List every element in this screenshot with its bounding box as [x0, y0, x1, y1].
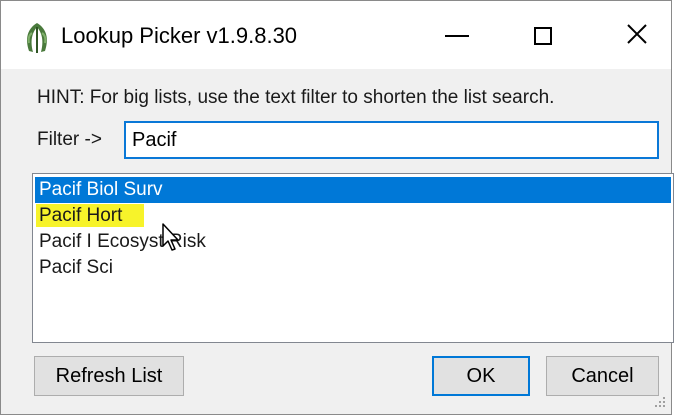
minimize-button[interactable] [437, 19, 477, 53]
list-item[interactable]: Pacif Biol Surv [35, 177, 671, 203]
close-button[interactable] [617, 19, 657, 53]
lookup-listbox[interactable]: Pacif Biol Surv Pacif Hort Pacif I Ecosy… [32, 173, 674, 343]
cancel-button[interactable]: Cancel [546, 356, 659, 396]
window-title: Lookup Picker v1.9.8.30 [61, 23, 298, 48]
leaf-icon [23, 21, 51, 55]
list-item[interactable]: Pacif I Ecosyst Risk [33, 229, 673, 255]
minimize-icon [445, 35, 469, 37]
ok-button[interactable]: OK [432, 356, 530, 396]
list-item[interactable]: Pacif Sci [33, 255, 673, 281]
list-item-label: Pacif Hort [36, 204, 145, 227]
list-item-label: Pacif Sci [39, 257, 113, 278]
list-item-label: Pacif Biol Surv [39, 179, 163, 200]
maximize-icon [534, 27, 552, 45]
list-item[interactable]: Pacif Hort [33, 203, 673, 229]
title-bar[interactable]: Lookup Picker v1.9.8.30 [1, 1, 671, 69]
mouse-pointer-icon [161, 222, 183, 252]
maximize-button[interactable] [523, 19, 563, 53]
close-icon [626, 23, 648, 50]
filter-label: Filter -> [37, 129, 102, 150]
hint-text: HINT: For big lists, use the text filter… [37, 87, 555, 108]
resize-grip-icon[interactable] [649, 393, 667, 411]
lookup-picker-window: Lookup Picker v1.9.8.30 HINT: For big li… [0, 0, 674, 415]
refresh-list-button[interactable]: Refresh List [34, 356, 184, 396]
filter-input[interactable] [124, 121, 659, 159]
